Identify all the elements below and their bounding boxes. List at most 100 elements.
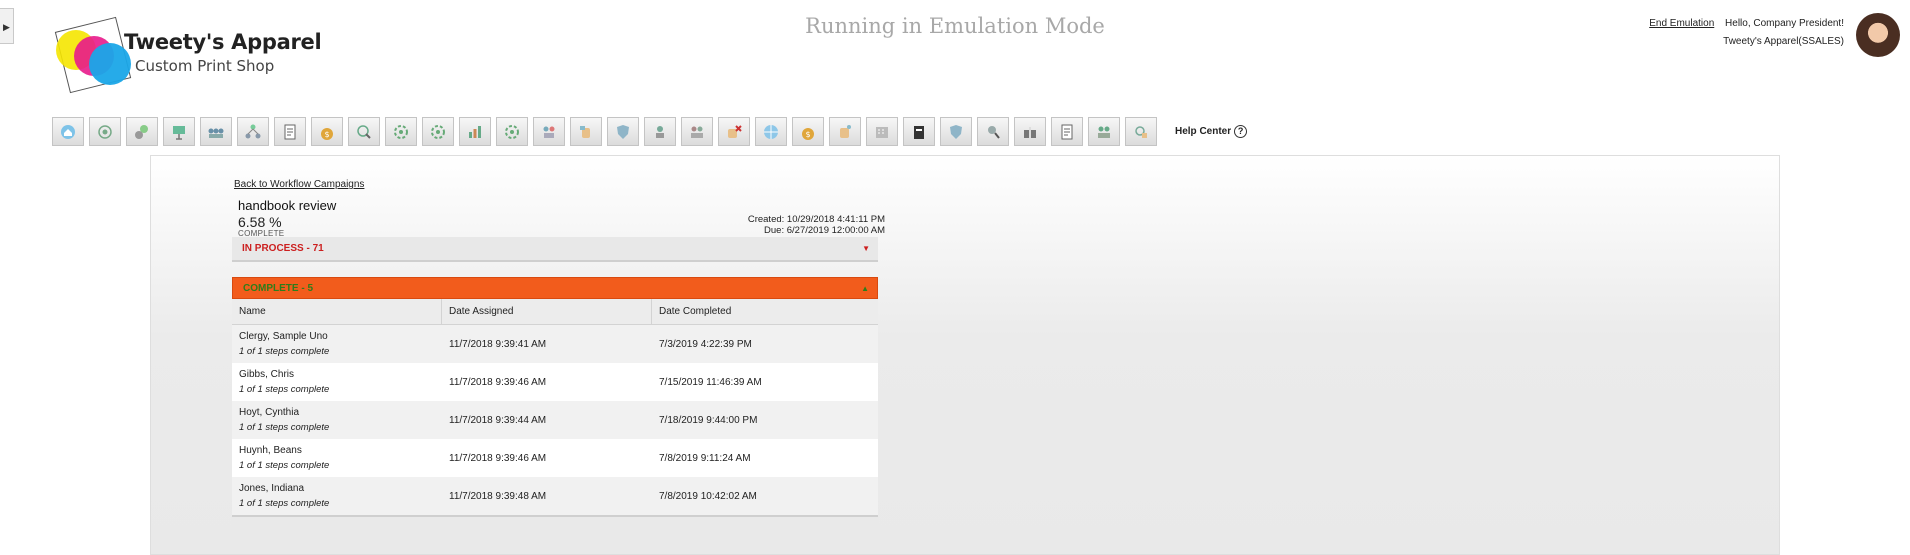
document-button[interactable]: [274, 117, 306, 146]
money-bag-button[interactable]: $: [311, 117, 343, 146]
gear-button[interactable]: [422, 117, 454, 146]
building-icon: [876, 126, 888, 138]
cell-name: Huynh, Beans 1 of 1 steps complete: [232, 445, 442, 471]
gift-button[interactable]: [1014, 117, 1046, 146]
people-gear-icon: [691, 126, 703, 138]
hand-icon: [580, 125, 590, 138]
svg-text:$: $: [805, 130, 810, 139]
building-button[interactable]: [866, 117, 898, 146]
chat-magnify-button[interactable]: [348, 117, 380, 146]
table-row[interactable]: Gibbs, Chris 1 of 1 steps complete 11/7/20…: [232, 363, 878, 401]
back-to-campaigns-link[interactable]: Back to Workflow Campaigns: [234, 179, 364, 190]
chart-icon: [469, 125, 481, 138]
cell-date-assigned: 11/7/2018 9:39:46 AM: [449, 376, 547, 388]
greeting-text: Hello, Company President!: [1725, 18, 1844, 29]
dollar-bubble-button[interactable]: [126, 117, 158, 146]
gear-button[interactable]: [496, 117, 528, 146]
clipboard-icon: [914, 125, 924, 139]
steps-status: 1 of 1 steps complete: [239, 422, 330, 433]
person-name: Gibbs, Chris: [239, 369, 295, 380]
people-swap-button[interactable]: [533, 117, 565, 146]
completion-percent: 6.58 %: [238, 214, 282, 230]
cell-date-assigned: 11/7/2018 9:39:48 AM: [449, 490, 547, 502]
steps-status: 1 of 1 steps complete: [239, 498, 330, 509]
complete-section-header[interactable]: COMPLETE - 5 ▲: [232, 277, 878, 299]
cell-date-completed: 7/15/2019 11:46:39 AM: [659, 376, 762, 388]
avatar[interactable]: [1856, 13, 1900, 57]
globe-icon: [764, 124, 778, 139]
hand-search-button[interactable]: [1125, 117, 1157, 146]
cell-date-completed: 7/8/2019 10:42:02 AM: [659, 490, 757, 502]
help-center-link[interactable]: Help Center ?: [1175, 125, 1248, 138]
user-area: End Emulation Hello, Company President! …: [1649, 18, 1844, 47]
gear-icon: [394, 124, 408, 139]
person-gear-button[interactable]: [644, 117, 676, 146]
hand-cancel-button[interactable]: [718, 117, 750, 146]
cell-date-assigned: 11/7/2018 9:39:41 AM: [449, 338, 547, 350]
shield-button[interactable]: [607, 117, 639, 146]
cell-date-completed: 7/18/2019 9:44:00 PM: [659, 414, 758, 426]
hand-search-icon: [1135, 125, 1147, 138]
steps-status: 1 of 1 steps complete: [239, 460, 330, 471]
person-search-button[interactable]: [977, 117, 1009, 146]
cell-date-assigned: 11/7/2018 9:39:44 AM: [449, 414, 547, 426]
home-icon: [61, 124, 75, 139]
hand-button[interactable]: [570, 117, 602, 146]
person-name: Huynh, Beans: [239, 445, 302, 456]
chevron-down-icon: ▼: [862, 244, 870, 253]
column-header-date-assigned[interactable]: Date Assigned: [442, 299, 652, 324]
team-button[interactable]: [200, 117, 232, 146]
end-emulation-link[interactable]: End Emulation: [1649, 18, 1714, 29]
dollar-bubble-icon: [135, 124, 148, 139]
column-header-date-completed[interactable]: Date Completed: [652, 299, 878, 324]
hand-point-icon: [840, 124, 851, 138]
gear-button[interactable]: [385, 117, 417, 146]
table-header: Name Date Assigned Date Completed: [232, 299, 878, 325]
table-row[interactable]: Jones, Indiana 1 of 1 steps complete 11/7/…: [232, 477, 878, 515]
gift-icon: [1024, 126, 1036, 138]
money-bag-icon: $: [321, 127, 333, 140]
document-icon: [1061, 124, 1073, 139]
steps-status: 1 of 1 steps complete: [239, 384, 330, 395]
in-process-section-header[interactable]: IN PROCESS - 71 ▼: [232, 237, 878, 262]
money-bag-button[interactable]: $: [792, 117, 824, 146]
due-date: Due: 6/27/2019 12:00:00 AM: [764, 225, 885, 236]
in-process-label: IN PROCESS - 71: [242, 243, 324, 254]
org-chart-button[interactable]: [237, 117, 269, 146]
org-chart-icon: [245, 124, 261, 138]
chart-button[interactable]: [459, 117, 491, 146]
main-toolbar: $ $ Help Center ?: [52, 117, 1248, 146]
table-body: Clergy, Sample Uno 1 of 1 steps complete 1…: [232, 325, 878, 515]
table-row[interactable]: Clergy, Sample Uno 1 of 1 steps complete 1…: [232, 325, 878, 363]
hand-point-button[interactable]: [829, 117, 861, 146]
cell-name: Gibbs, Chris 1 of 1 steps complete: [232, 369, 442, 395]
person-gear-icon: [656, 125, 664, 138]
svg-text:$: $: [324, 130, 329, 139]
home-button[interactable]: [52, 117, 84, 146]
gear-icon: [431, 124, 445, 139]
emulation-mode-title: Running in Emulation Mode: [805, 14, 1105, 38]
clipboard-button[interactable]: [903, 117, 935, 146]
people-swap-icon: [543, 126, 555, 138]
campaign-dates: Created: 10/29/2018 4:41:11 PM Due: 6/27…: [748, 214, 885, 236]
table-row[interactable]: Huynh, Beans 1 of 1 steps complete 11/7/20…: [232, 439, 878, 477]
cell-name: Jones, Indiana 1 of 1 steps complete: [232, 483, 442, 509]
cell-date-assigned: 11/7/2018 9:39:46 AM: [449, 452, 547, 464]
company-text: Tweety's Apparel(SSALES): [1723, 36, 1844, 47]
help-center-label: Help Center: [1175, 126, 1232, 137]
gear-icon: [505, 124, 519, 139]
shield-button[interactable]: [940, 117, 972, 146]
presentation-button[interactable]: [163, 117, 195, 146]
people-icon: [1098, 126, 1110, 138]
table-row[interactable]: Hoyt, Cynthia 1 of 1 steps complete 11/7/2…: [232, 401, 878, 439]
question-icon: ?: [1234, 125, 1248, 138]
people-gear-button[interactable]: [681, 117, 713, 146]
person-search-icon: [988, 125, 1000, 139]
column-header-name[interactable]: Name: [232, 299, 442, 324]
cell-date-completed: 7/3/2019 4:22:39 PM: [659, 338, 752, 350]
shield-icon: [950, 124, 962, 139]
globe-button[interactable]: [755, 117, 787, 146]
target-button[interactable]: [89, 117, 121, 146]
people-button[interactable]: [1088, 117, 1120, 146]
document-button[interactable]: [1051, 117, 1083, 146]
